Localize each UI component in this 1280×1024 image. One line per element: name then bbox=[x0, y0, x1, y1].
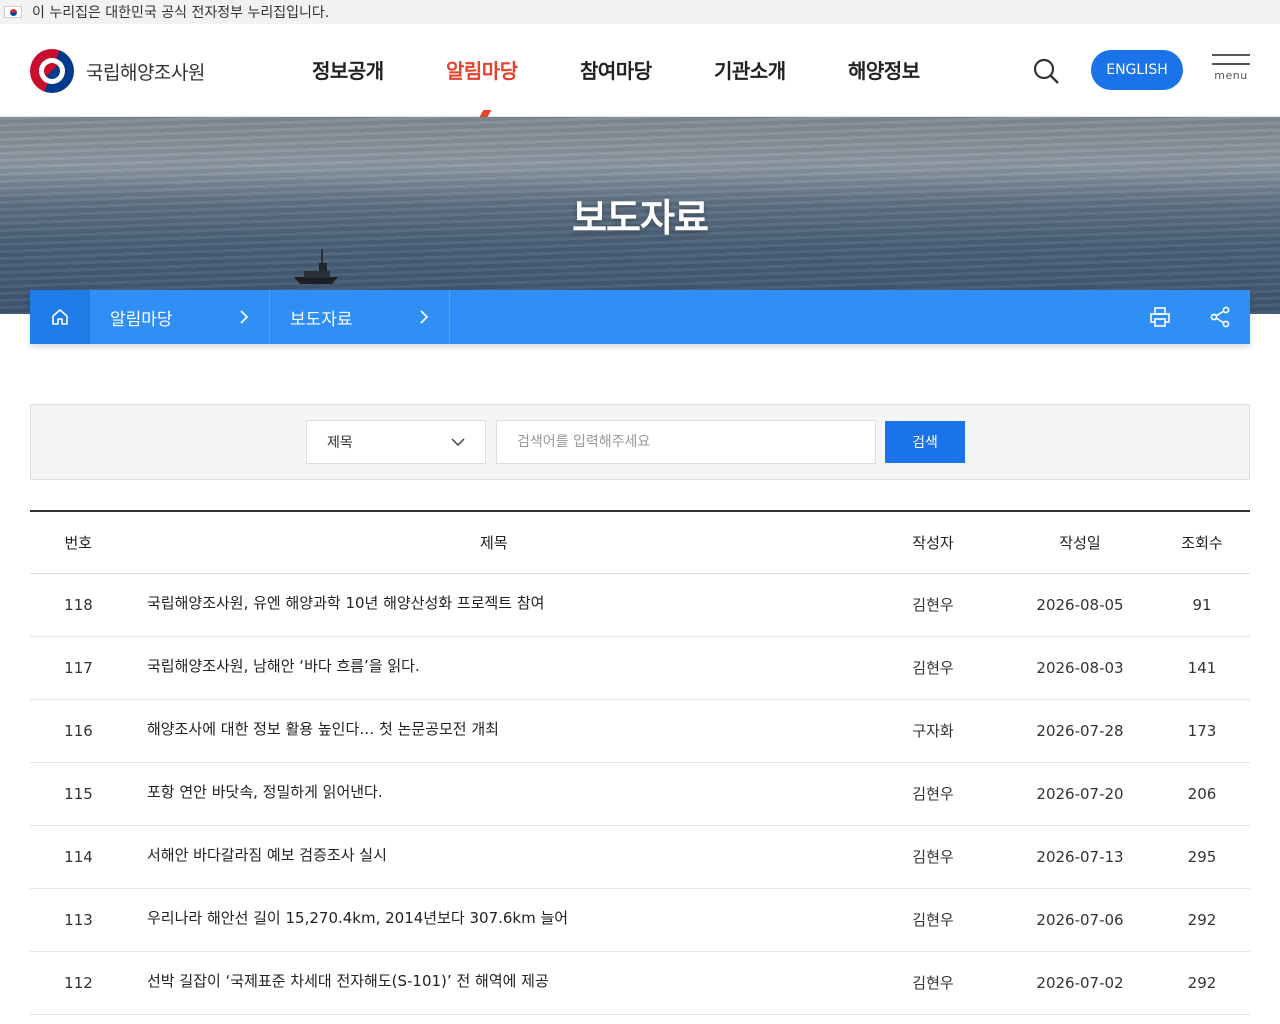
search-button[interactable]: 검색 bbox=[885, 421, 965, 463]
page-title: 보도자료 bbox=[572, 196, 709, 240]
menu-label: menu bbox=[1214, 69, 1248, 82]
english-button[interactable]: ENGLISH bbox=[1091, 50, 1183, 90]
row-views: 173 bbox=[1154, 699, 1250, 763]
column-header-number: 번호 bbox=[30, 511, 127, 574]
row-author: 김현우 bbox=[860, 951, 1006, 1015]
row-date: 2026-07-20 bbox=[1006, 762, 1154, 826]
row-date: 2026-07-06 bbox=[1006, 888, 1154, 952]
page-tools bbox=[1130, 290, 1250, 344]
column-header-date: 작성일 bbox=[1006, 511, 1154, 574]
boat-image bbox=[294, 249, 338, 284]
nav-item-participation[interactable]: 참여마당 bbox=[580, 55, 714, 84]
row-date: 2026-07-02 bbox=[1006, 951, 1154, 1015]
share-icon[interactable] bbox=[1190, 290, 1250, 344]
row-title-link[interactable]: 국립해양조사원, 남해안 ‘바다 흐름’을 읽다. bbox=[127, 636, 860, 700]
row-number: 116 bbox=[30, 699, 127, 763]
row-number: 113 bbox=[30, 888, 127, 952]
table-row: 117 국립해양조사원, 남해안 ‘바다 흐름’을 읽다. 김현우 2026-0… bbox=[30, 636, 1250, 700]
row-number: 118 bbox=[30, 573, 127, 637]
row-title-link[interactable]: 국립해양조사원, 유엔 해양과학 10년 해양산성화 프로젝트 참여 bbox=[127, 573, 860, 637]
chevron-right-icon bbox=[420, 310, 429, 324]
home-icon[interactable] bbox=[30, 290, 90, 344]
breadcrumb: 알림마당 보도자료 bbox=[30, 290, 1250, 344]
row-views: 206 bbox=[1154, 762, 1250, 826]
column-header-views: 조회수 bbox=[1154, 511, 1250, 574]
nav-item-ocean-info[interactable]: 해양정보 bbox=[848, 55, 982, 84]
breadcrumb-item-press[interactable]: 보도자료 bbox=[270, 290, 450, 344]
select-value: 제목 bbox=[327, 435, 353, 451]
row-number: 112 bbox=[30, 951, 127, 1015]
row-author: 김현우 bbox=[860, 762, 1006, 826]
row-title-link[interactable]: 포항 연안 바닷속, 정밀하게 읽어낸다. bbox=[127, 762, 860, 826]
column-header-title: 제목 bbox=[126, 511, 860, 574]
table-header-row: 번호 제목 작성자 작성일 조회수 bbox=[30, 511, 1250, 574]
row-date: 2026-08-05 bbox=[1006, 573, 1154, 637]
row-date: 2026-08-03 bbox=[1006, 636, 1154, 700]
row-views: 292 bbox=[1154, 951, 1250, 1015]
nav-item-about[interactable]: 기관소개 bbox=[714, 55, 848, 84]
search-input[interactable] bbox=[496, 420, 876, 464]
breadcrumb-label: 보도자료 bbox=[290, 309, 353, 330]
gov-banner-text: 이 누리집은 대한민국 공식 전자정부 누리집입니다. bbox=[32, 5, 330, 21]
gov-banner: 이 누리집은 대한민국 공식 전자정부 누리집입니다. bbox=[0, 0, 1280, 24]
table-row: 115 포항 연안 바닷속, 정밀하게 읽어낸다. 김현우 2026-07-20… bbox=[30, 762, 1250, 826]
search-field-select[interactable]: 제목 bbox=[306, 420, 486, 464]
logo-text: 국립해양조사원 bbox=[86, 61, 205, 84]
menu-button[interactable]: menu bbox=[1212, 54, 1250, 90]
row-views: 292 bbox=[1154, 888, 1250, 952]
table-row: 114 서해안 바다갈라짐 예보 검증조사 실시 김현우 2026-07-13 … bbox=[30, 825, 1250, 889]
breadcrumb-item-notice[interactable]: 알림마당 bbox=[90, 290, 270, 344]
row-title-link[interactable]: 서해안 바다갈라짐 예보 검증조사 실시 bbox=[127, 825, 860, 889]
row-date: 2026-07-28 bbox=[1006, 699, 1154, 763]
row-number: 117 bbox=[30, 636, 127, 700]
row-author: 김현우 bbox=[860, 825, 1006, 889]
row-author: 김현우 bbox=[860, 636, 1006, 700]
row-views: 141 bbox=[1154, 636, 1250, 700]
chevron-right-icon bbox=[240, 310, 249, 324]
row-author: 김현우 bbox=[860, 888, 1006, 952]
press-release-table: 번호 제목 작성자 작성일 조회수 118 국립해양조사원, 유엔 해양과학 1… bbox=[30, 510, 1250, 1015]
korea-flag-icon bbox=[4, 6, 22, 18]
hero-banner: 보도자료 bbox=[0, 117, 1280, 314]
nav-item-info[interactable]: 정보공개 bbox=[312, 55, 446, 84]
table-row: 113 우리나라 해안선 길이 15,270.4km, 2014년보다 307.… bbox=[30, 888, 1250, 952]
nav-item-notice[interactable]: 알림마당 bbox=[446, 55, 580, 84]
row-title-link[interactable]: 해양조사에 대한 정보 활용 높인다… 첫 논문공모전 개최 bbox=[127, 699, 860, 763]
main-nav: 정보공개 알림마당 참여마당 기관소개 해양정보 bbox=[312, 55, 982, 84]
column-header-author: 작성자 bbox=[860, 511, 1006, 574]
row-title-link[interactable]: 선박 길잡이 ‘국제표준 차세대 전자해도(S-101)’ 전 해역에 제공 bbox=[127, 951, 860, 1015]
breadcrumb-label: 알림마당 bbox=[110, 309, 173, 330]
row-number: 115 bbox=[30, 762, 127, 826]
site-logo[interactable]: 국립해양조사원 bbox=[30, 49, 205, 93]
table-row: 112 선박 길잡이 ‘국제표준 차세대 전자해도(S-101)’ 전 해역에 … bbox=[30, 951, 1250, 1015]
table-row: 116 해양조사에 대한 정보 활용 높인다… 첫 논문공모전 개최 구자화 2… bbox=[30, 699, 1250, 763]
search-icon[interactable] bbox=[1032, 57, 1060, 85]
row-title-link[interactable]: 우리나라 해안선 길이 15,270.4km, 2014년보다 307.6km … bbox=[127, 888, 860, 952]
search-panel: 제목 검색 bbox=[30, 404, 1250, 480]
table-row: 118 국립해양조사원, 유엔 해양과학 10년 해양산성화 프로젝트 참여 김… bbox=[30, 573, 1250, 637]
print-icon[interactable] bbox=[1130, 290, 1190, 344]
row-date: 2026-07-13 bbox=[1006, 825, 1154, 889]
row-author: 구자화 bbox=[860, 699, 1006, 763]
row-views: 295 bbox=[1154, 825, 1250, 889]
chevron-down-icon bbox=[451, 438, 465, 446]
gov-emblem-icon bbox=[30, 49, 74, 93]
site-header: 국립해양조사원 정보공개 알림마당 참여마당 기관소개 해양정보 ENGLISH… bbox=[0, 24, 1280, 122]
row-number: 114 bbox=[30, 825, 127, 889]
row-author: 김현우 bbox=[860, 573, 1006, 637]
row-views: 91 bbox=[1154, 573, 1250, 637]
